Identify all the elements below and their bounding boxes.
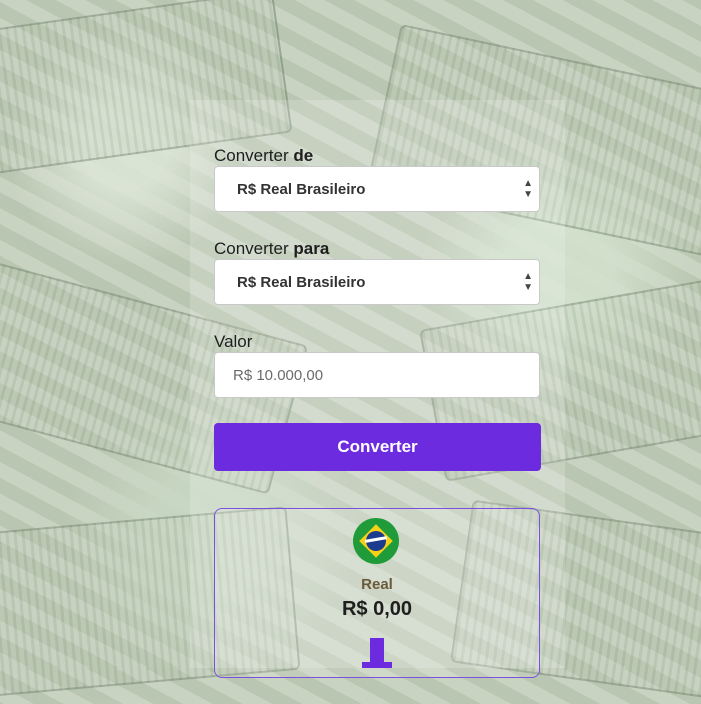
from-label-prefix: Converter [214,146,289,165]
from-currency-select[interactable]: R$ Real Brasileiro ▲ ▼ [214,166,540,212]
chevron-updown-icon: ▲ ▼ [523,271,533,293]
amount-input[interactable]: R$ 10.000,00 [214,352,540,398]
to-currency-select[interactable]: R$ Real Brasileiro ▲ ▼ [214,259,540,305]
to-currency-value: R$ Real Brasileiro [237,273,366,291]
from-label-bold: de [293,146,314,165]
to-label: Converter para [214,239,329,259]
amount-placeholder: R$ 10.000,00 [233,366,324,384]
to-label-prefix: Converter [214,239,289,258]
brazil-flag-icon [353,518,399,564]
result-bar-base [362,662,392,668]
amount-label: Valor [214,332,253,351]
from-label: Converter de [214,146,313,166]
to-label-bold: para [293,239,330,258]
chevron-updown-icon: ▲ ▼ [523,178,533,200]
result-currency-name: Real [361,576,393,593]
convert-button[interactable]: Converter [214,423,541,471]
from-currency-value: R$ Real Brasileiro [237,180,366,198]
result-value: R$ 0,00 [341,598,413,620]
